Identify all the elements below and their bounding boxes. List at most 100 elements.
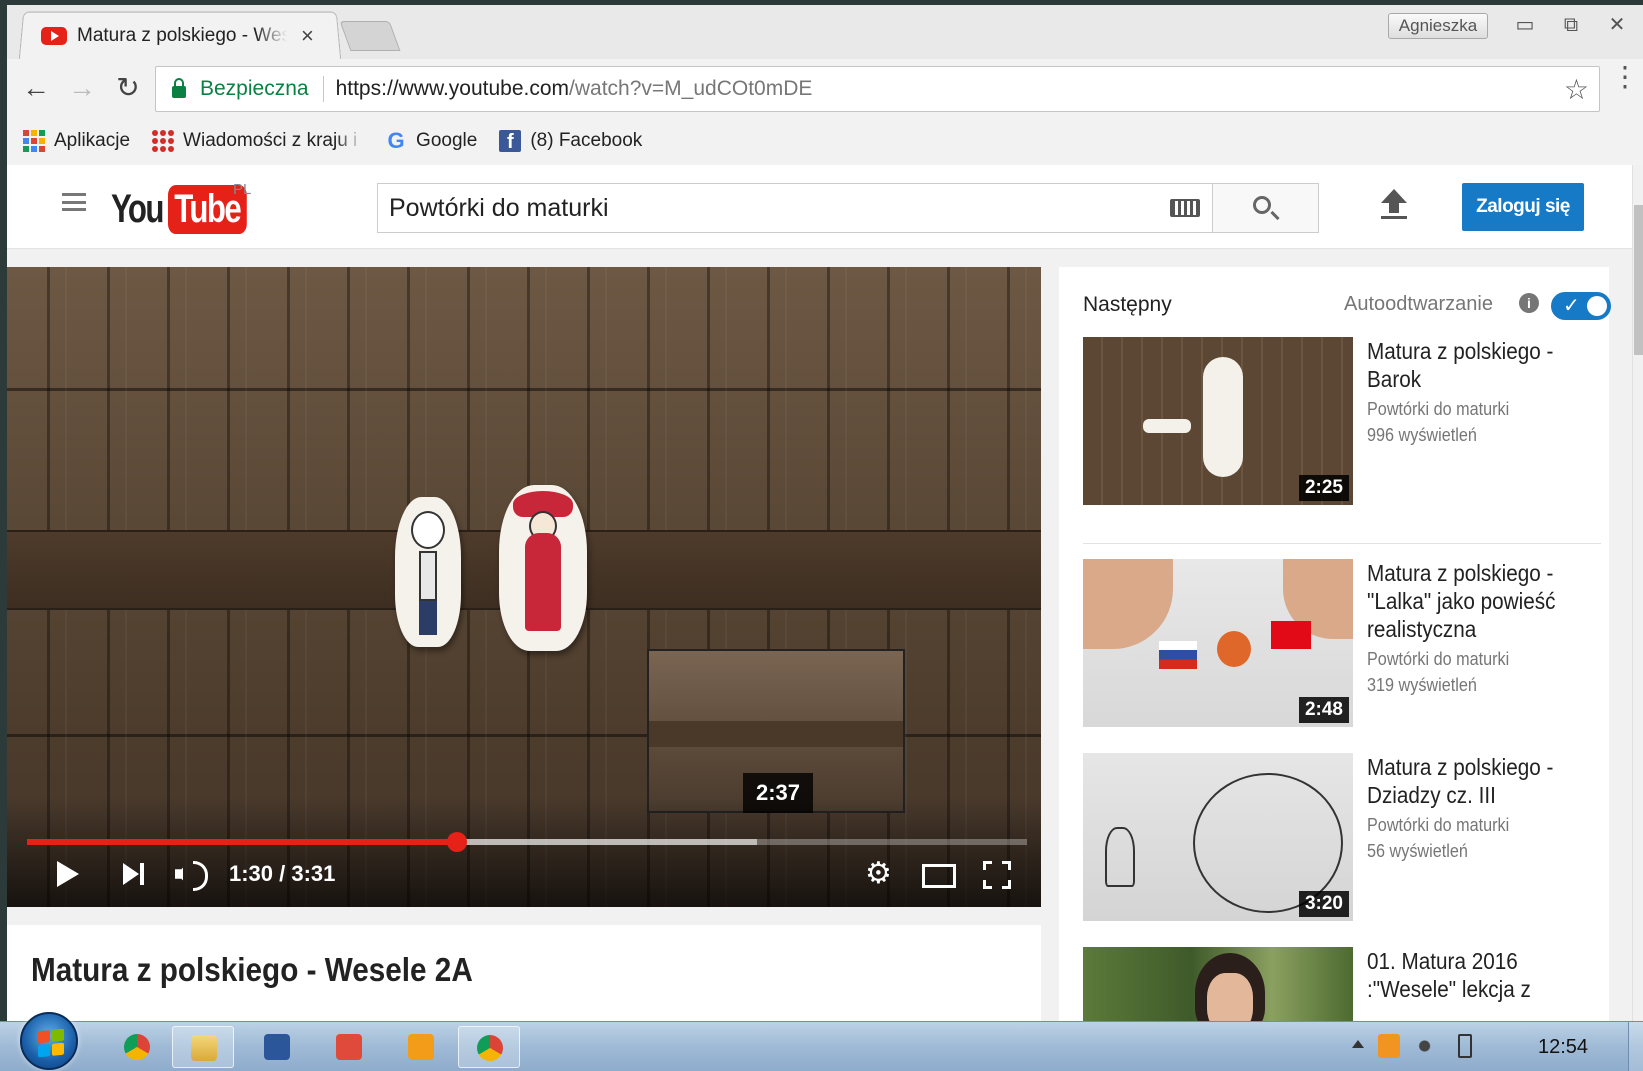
video-info: Matura z polskiego - Wesele 2A [7, 925, 1041, 1021]
signin-button[interactable]: Zaloguj się [1462, 183, 1584, 231]
next-video-icon[interactable] [119, 852, 149, 896]
bookmark-label: (8) Facebook [530, 130, 643, 151]
video-thumbnail[interactable]: 2:25 [1083, 337, 1353, 505]
youtube-favicon-icon [41, 27, 67, 45]
bookmark-star-icon[interactable]: ☆ [1564, 73, 1589, 106]
lock-icon [172, 78, 186, 98]
fullscreen-icon[interactable] [983, 861, 1011, 889]
seek-preview-thumbnail: 2:37 [647, 649, 905, 813]
progress-played [27, 839, 457, 845]
media-player-icon [408, 1034, 434, 1060]
related-video-channel[interactable]: Powtórki do maturki [1367, 649, 1509, 670]
theater-mode-icon[interactable] [922, 864, 956, 888]
related-video-views: 996 wyświetleń [1367, 425, 1477, 445]
video-title: Matura z polskiego - Wesele 2A [31, 951, 473, 988]
chrome-menu-icon[interactable]: ⋮ [1611, 63, 1639, 91]
info-icon[interactable]: i [1519, 293, 1539, 313]
video-thumbnail[interactable]: 3:20 [1083, 753, 1353, 921]
back-arrow-icon[interactable]: ← [19, 71, 53, 105]
close-window-icon[interactable]: ✕ [1594, 11, 1640, 41]
word-icon [264, 1034, 290, 1060]
battery-icon[interactable] [1458, 1034, 1472, 1058]
related-sidebar: Następny Autoodtwarzanie i ✓ 2:25 Matura… [1059, 267, 1611, 1021]
related-video[interactable]: 01. Matura 2016 :"Wesele" lekcja z [1083, 947, 1603, 1021]
tab-content[interactable]: Matura z polskiego - Wesele 2A × [41, 19, 314, 53]
speaker-icon[interactable] [1418, 1034, 1440, 1058]
bookmark-apps[interactable]: Aplikacje [23, 130, 130, 152]
taskbar-chrome-active[interactable] [458, 1026, 520, 1068]
video-duration: 2:48 [1298, 697, 1349, 723]
taskbar-chrome[interactable] [106, 1026, 168, 1068]
window-controls: ▭ ⧉ ✕ [1502, 11, 1640, 41]
taskbar-explorer[interactable] [172, 1026, 234, 1068]
related-video[interactable]: 2:48 Matura z polskiego - "Lalka" jako p… [1083, 559, 1603, 727]
bookmark-label: Wiadomości z kraju i ze świata [183, 130, 363, 151]
reload-icon[interactable]: ↻ [111, 71, 145, 105]
related-video-views: 319 wyświetleń [1367, 675, 1477, 695]
tab-close-icon[interactable]: × [301, 23, 314, 49]
yt-header: You Tube PL Zaloguj się [7, 165, 1632, 249]
google-icon: G [387, 128, 405, 153]
tray-overflow-icon[interactable] [1352, 1040, 1364, 1048]
apps-grid-icon [23, 130, 45, 152]
bookmark-label: Google [416, 130, 478, 151]
progress-scrubber[interactable] [447, 832, 467, 852]
tray-app-icon[interactable] [1378, 1034, 1400, 1058]
new-tab-button[interactable] [339, 21, 401, 51]
search-input[interactable] [378, 184, 1170, 232]
bookmark-google[interactable]: G Google [385, 128, 477, 154]
related-video-title[interactable]: Matura z polskiego - "Lalka" jako powieś… [1367, 559, 1603, 643]
video-frame-figure-jester [499, 485, 587, 651]
restore-icon[interactable]: ⧉ [1548, 11, 1594, 41]
video-duration: 2:25 [1298, 475, 1349, 501]
video-thumbnail[interactable]: 2:48 [1083, 559, 1353, 727]
video-player[interactable]: 2:37 1:30 / 3:31 ⚙ [7, 267, 1041, 907]
keyboard-icon[interactable] [1170, 199, 1200, 217]
checkmark-icon: ✓ [1563, 295, 1580, 317]
facebook-icon: f [499, 130, 522, 153]
profile-button[interactable]: Agnieszka [1388, 13, 1488, 39]
omnibox-divider [322, 76, 324, 102]
settings-gear-icon[interactable]: ⚙ [865, 852, 893, 896]
tab-strip: Matura z polskiego - Wesele 2A × Agniesz… [7, 5, 1643, 61]
bookmark-facebook[interactable]: f (8) Facebook [499, 130, 643, 153]
scrollbar-thumb[interactable] [1634, 205, 1643, 355]
related-video[interactable]: 3:20 Matura z polskiego - Dziadzy cz. II… [1083, 753, 1603, 921]
start-button[interactable] [20, 1012, 78, 1070]
related-video-title[interactable]: Matura z polskiego - Barok [1367, 337, 1603, 393]
volume-icon[interactable] [173, 852, 209, 896]
related-video-channel[interactable]: Powtórki do maturki [1367, 399, 1509, 420]
related-video-views: 56 wyświetleń [1367, 841, 1468, 861]
taskbar-word[interactable] [246, 1026, 308, 1068]
search-button[interactable] [1213, 183, 1319, 233]
play-icon[interactable] [51, 852, 81, 896]
related-video-title[interactable]: Matura z polskiego - Dziadzy cz. III [1367, 753, 1603, 809]
progress-bar[interactable] [27, 832, 1027, 852]
news-icon [152, 130, 175, 152]
url-host: https://www.youtube.com [335, 77, 570, 100]
show-desktop-button[interactable] [1628, 1022, 1643, 1071]
folder-icon [191, 1035, 217, 1061]
page-scrollbar[interactable] [1632, 165, 1643, 1021]
autoplay-toggle[interactable]: ✓ [1551, 292, 1611, 320]
minimize-icon[interactable]: ▭ [1502, 11, 1548, 41]
video-thumbnail[interactable] [1083, 947, 1353, 1021]
url-text[interactable]: https://www.youtube.com/watch?v=M_udCOt0… [336, 77, 813, 101]
address-bar[interactable]: Bezpieczna https://www.youtube.com/watch… [155, 66, 1600, 112]
related-video-channel[interactable]: Powtórki do maturki [1367, 815, 1509, 836]
bookmark-news[interactable]: Wiadomości z kraju i ze świata [152, 130, 363, 152]
system-clock[interactable]: 12:54 [1538, 1036, 1588, 1059]
pdf-icon [336, 1034, 362, 1060]
related-video-title[interactable]: 01. Matura 2016 :"Wesele" lekcja z [1367, 947, 1603, 1003]
forward-arrow-icon[interactable]: → [65, 71, 99, 105]
related-video[interactable]: 2:25 Matura z polskiego - Barok Powtórki… [1083, 337, 1603, 505]
video-duration: 3:20 [1298, 891, 1349, 917]
taskbar-media-player[interactable] [390, 1026, 452, 1068]
upload-icon[interactable] [1381, 189, 1407, 219]
hamburger-menu-icon[interactable] [62, 193, 86, 211]
logo-country-code: PL [233, 181, 252, 198]
youtube-logo[interactable]: You Tube PL [111, 181, 268, 237]
time-display: 1:30 / 3:31 [229, 861, 336, 886]
taskbar-pdf[interactable] [318, 1026, 380, 1068]
search-box [377, 183, 1213, 233]
